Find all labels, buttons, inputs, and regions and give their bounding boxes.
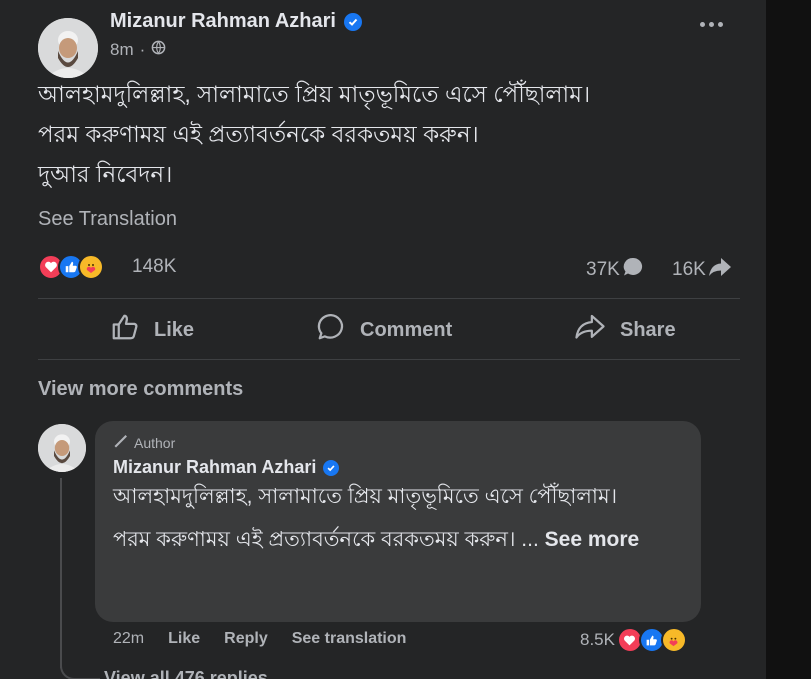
comment-text-excerpt: পরম করুণাময় এই প্রত্যাবর্তনকে বরকতময় ক… [113,528,539,551]
comment-actions: 22m Like Reply See translation [113,630,406,648]
divider [38,298,740,299]
post-text-line: দুআর নিবেদন। [38,161,173,187]
comment-like-button[interactable]: Like [168,630,200,648]
comment-see-translation-link[interactable]: See translation [292,630,407,648]
see-translation-link[interactable]: See Translation [38,208,177,231]
care-reaction-icon [78,254,104,280]
right-scroll-rail [766,0,811,679]
author-badge-label: Author [134,434,176,451]
share-icon [574,312,606,348]
share-button[interactable]: Share [574,312,676,348]
post-time[interactable]: 8m [110,40,134,60]
post-text-line: আলহামদুলিল্লাহ, সালামাতে প্রিয় মাতৃভূমি… [38,81,591,107]
comment-bubble-icon [622,256,644,284]
comment-time[interactable]: 22m [113,630,144,648]
verified-badge-icon [323,459,340,476]
commenter-avatar[interactable] [38,424,86,472]
comment-icon [316,312,346,348]
reaction-icons[interactable] [38,254,104,280]
author-avatar[interactable] [38,18,98,78]
share-count-value: 16K [672,259,706,280]
post-author-name[interactable]: Mizanur Rahman Azhari [110,10,336,33]
comment-reply-button[interactable]: Reply [224,630,268,648]
share-arrow-icon [708,256,732,284]
post-text: আলহামদুলিল্লাহ, সালামাতে প্রিয় মাতৃভূমি… [38,74,738,194]
comment-count-value: 37K [586,259,620,280]
comment-author-name[interactable]: Mizanur Rahman Azhari [113,457,316,478]
author-badge: Author [113,433,175,452]
microphone-icon [113,433,129,452]
view-more-comments-link[interactable]: View more comments [38,378,243,401]
comment-reaction-count: 8.5K [580,630,615,649]
comment-text-line: পরম করুণাময় এই প্রত্যাবর্তনকে বরকতময় ক… [113,525,688,554]
divider [38,359,740,360]
comment-text: আলহামদুলিল্লাহ, সালামাতে প্রিয় মাতৃভূমি… [113,482,688,568]
more-options-button[interactable] [700,22,723,27]
comment-label: Comment [360,318,453,341]
thumbs-up-icon [110,312,140,348]
comment-text-line: আলহামদুলিল্লাহ, সালামাতে প্রিয় মাতৃভূমি… [113,485,618,508]
comment-author[interactable]: Mizanur Rahman Azhari [113,457,340,478]
more-dot [718,22,723,27]
like-label: Like [154,318,195,341]
like-button[interactable]: Like [110,312,194,348]
globe-icon [151,40,166,60]
comment-count[interactable]: 37K [586,256,644,284]
meta-separator: · [139,40,146,59]
care-reaction-icon [660,627,687,653]
more-dot [709,22,714,27]
post-text-line: পরম করুণাময় এই প্রত্যাবর্তনকে বরকতময় ক… [38,121,479,147]
share-count[interactable]: 16K [672,256,732,284]
post-author[interactable]: Mizanur Rahman Azhari [110,10,362,33]
comment-reactions[interactable]: 8.5K [580,627,687,653]
more-dot [700,22,705,27]
verified-badge-icon [343,12,362,31]
view-replies-link[interactable]: View all 476 replies [104,668,268,679]
comment-button[interactable]: Comment [316,312,452,348]
reply-thread-connector [60,640,100,679]
see-more-link[interactable]: See more [545,528,640,551]
reactions-summary: 148K 37K 16K [38,252,742,282]
post-meta: 8m · [110,40,166,60]
share-label: Share [620,318,676,341]
reaction-count[interactable]: 148K [132,256,176,278]
